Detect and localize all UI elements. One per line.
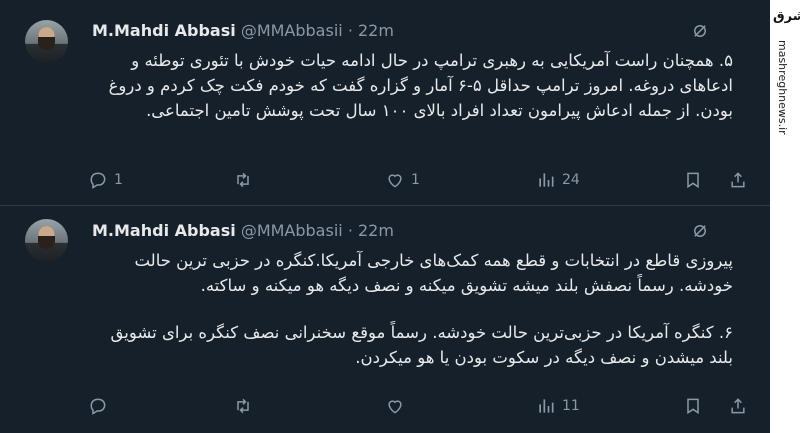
reply-button[interactable]	[88, 396, 114, 416]
reply-icon	[90, 398, 106, 415]
bookmark-button[interactable]	[683, 396, 703, 416]
reply-count: 1	[114, 172, 123, 188]
view-count: 11	[562, 398, 580, 414]
timestamp[interactable]: 22m	[358, 21, 394, 40]
like-button[interactable]: 1	[385, 170, 420, 190]
views-icon	[539, 399, 554, 413]
heart-icon	[388, 174, 402, 188]
tweet-paragraph: ۶. کنگره آمریکا در حزبی‌ترین حالت خودشه.…	[110, 323, 733, 367]
views-icon	[539, 173, 554, 187]
author-handle[interactable]: @MMAbbasii	[241, 21, 343, 40]
bookmark-button[interactable]	[683, 170, 703, 190]
tweet-header: M.Mahdi Abbasi @MMAbbasii · 22m	[92, 221, 394, 240]
like-button[interactable]	[385, 396, 411, 416]
tweet-header: M.Mahdi Abbasi @MMAbbasii · 22m	[92, 21, 394, 40]
watermark-url: mashreghnews.ir	[776, 40, 789, 135]
bookmark-icon	[687, 172, 699, 189]
retweet-button[interactable]	[233, 170, 259, 190]
share-button[interactable]	[728, 396, 748, 416]
heart-icon	[388, 400, 402, 414]
share-icon	[731, 398, 745, 414]
views-button[interactable]: 11	[536, 396, 580, 416]
tweet-paragraph: پیروزی قاطع در انتخابات و قطع همه کمک‌ها…	[134, 251, 733, 295]
share-icon	[731, 172, 745, 188]
like-count: 1	[411, 172, 420, 188]
share-button[interactable]	[728, 170, 748, 190]
tweet-paragraph: ۵. همچنان راست آمریکایی به رهبری ترامپ د…	[108, 51, 733, 120]
tweet-text: پیروزی قاطع در انتخابات و قطع همه کمک‌ها…	[90, 248, 733, 370]
separator: ·	[347, 221, 353, 240]
tweet-2[interactable]: M.Mahdi Abbasi @MMAbbasii · 22m پیروزی ق…	[0, 205, 770, 433]
tweet-text: ۵. همچنان راست آمریکایی به رهبری ترامپ د…	[90, 48, 733, 123]
views-button[interactable]: 24	[536, 170, 580, 190]
view-count: 24	[562, 172, 580, 188]
reply-button[interactable]: 1	[88, 170, 123, 190]
author-name[interactable]: M.Mahdi Abbasi	[92, 221, 236, 240]
avatar[interactable]	[25, 219, 68, 262]
retweet-button[interactable]	[233, 396, 259, 416]
tweet-actions: 1 1 24	[88, 170, 748, 192]
watermark-strip: مشرق mashreghnews.ir	[770, 0, 800, 433]
retweet-icon	[237, 398, 249, 414]
timestamp[interactable]: 22m	[358, 221, 394, 240]
author-name[interactable]: M.Mahdi Abbasi	[92, 21, 236, 40]
retweet-icon	[237, 172, 249, 188]
bookmark-icon	[687, 398, 699, 415]
avatar[interactable]	[25, 20, 68, 63]
grok-icon[interactable]	[691, 22, 709, 40]
grok-icon[interactable]	[691, 222, 709, 240]
reply-icon	[90, 172, 106, 189]
watermark-logo: مشرق	[773, 9, 800, 24]
tweet-1[interactable]: M.Mahdi Abbasi @MMAbbasii · 22m ۵. همچنا…	[0, 0, 770, 206]
separator: ·	[347, 21, 353, 40]
author-handle[interactable]: @MMAbbasii	[241, 221, 343, 240]
tweet-actions: 11	[88, 396, 748, 418]
